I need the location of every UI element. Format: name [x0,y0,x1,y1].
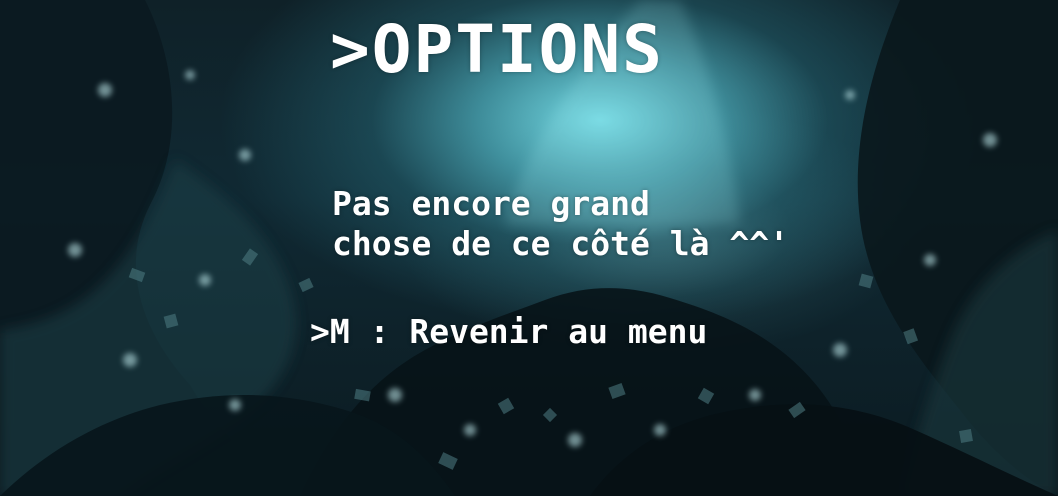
options-title: >OPTIONS [330,11,664,88]
options-message-line-2: chose de ce côté là ^^' [332,224,789,263]
return-to-menu-option[interactable]: >M : Revenir au menu [310,312,707,352]
options-message-line-1: Pas encore grand [332,184,650,223]
options-message: Pas encore grand chose de ce côté là ^^' [332,184,802,264]
